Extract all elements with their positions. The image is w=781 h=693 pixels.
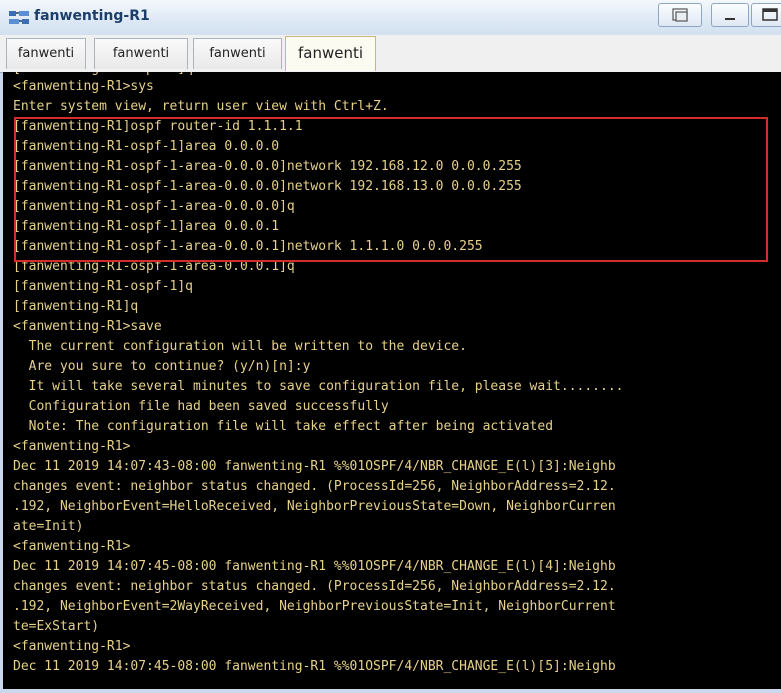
terminal-line: The current configuration will be writte…	[13, 339, 467, 354]
terminal-line: .192, NeighborEvent=2WayReceived, Neighb…	[13, 599, 616, 614]
terminal-line: Enter system view, return user view with…	[13, 99, 389, 114]
terminal-line: <fanwenting-R1>	[13, 539, 131, 554]
tab-session-3[interactable]: fanwenti	[193, 38, 282, 69]
terminal-line: [fanwenting-R1]q	[13, 299, 139, 314]
minimize-button[interactable]	[711, 3, 749, 27]
terminal-line: te=ExStart)	[13, 619, 100, 634]
terminal-line: changes event: neighbor status changed. …	[13, 479, 616, 494]
terminal-line: <fanwenting-R1>	[13, 439, 131, 454]
terminal-line: changes event: neighbor status changed. …	[13, 579, 616, 594]
terminal-line: [fanwenting-R1-ospf-1]q	[13, 279, 194, 294]
minimize-icon	[725, 18, 735, 20]
network-device-icon	[9, 11, 29, 24]
terminal-line: <fanwenting-R1>	[13, 639, 131, 654]
tab-session-4[interactable]: fanwenti	[285, 36, 376, 71]
terminal-line: Note: The configuration file will take e…	[13, 419, 554, 434]
tab-session-2[interactable]: fanwenti	[94, 38, 188, 69]
window-bottom-frame	[0, 689, 781, 693]
terminal-line: ate=Init)	[13, 519, 84, 534]
restore-button[interactable]	[658, 3, 702, 27]
terminal-line: .192, NeighborEvent=HelloReceived, Neigh…	[13, 499, 616, 514]
terminal-line: Configuration file had been saved succes…	[13, 399, 389, 414]
tab-session-1[interactable]: fanwenti	[6, 38, 86, 69]
red-highlight-box	[14, 117, 768, 262]
tab-bar: fanwenti fanwenti fanwenti fanwenti	[0, 35, 781, 73]
terminal-line: Dec 11 2019 14:07:45-08:00 fanwenting-R1…	[13, 559, 616, 574]
terminal-line: It will take several minutes to save con…	[13, 379, 624, 394]
terminal-line: <fanwenting-R1>save	[13, 319, 162, 334]
maximize-button[interactable]	[751, 3, 781, 27]
title-bar[interactable]: fanwenting-R1	[0, 0, 781, 36]
window-title: fanwenting-R1	[34, 8, 150, 24]
restore-icon	[672, 8, 688, 22]
maximize-icon	[762, 8, 778, 21]
terminal-console[interactable]: [fanwenting-R1-ospf-1]q <fanwenting-R1>s…	[3, 72, 781, 689]
terminal-line: Are you sure to continue? (y/n)[n]:y	[13, 359, 311, 374]
terminal-line: Dec 11 2019 14:07:45-08:00 fanwenting-R1…	[13, 659, 616, 674]
terminal-line: <fanwenting-R1>sys	[13, 79, 154, 94]
terminal-line: Dec 11 2019 14:07:43-08:00 fanwenting-R1…	[13, 459, 616, 474]
